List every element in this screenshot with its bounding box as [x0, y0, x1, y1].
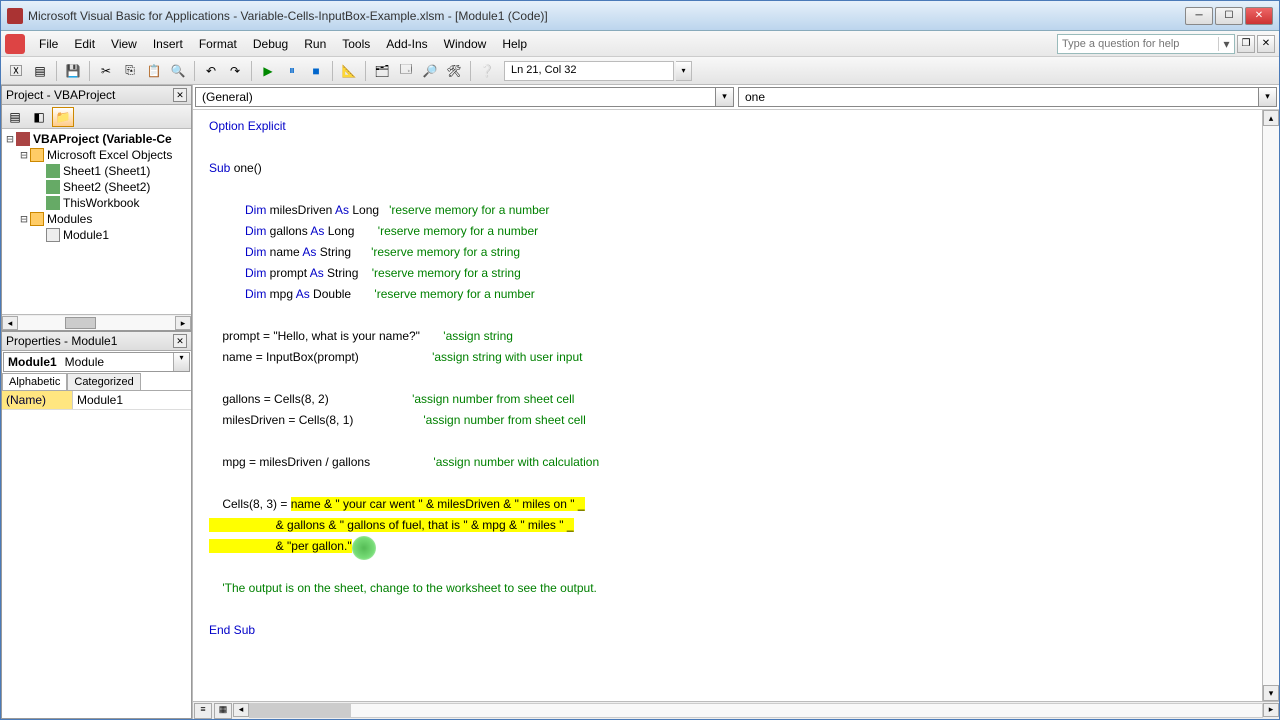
toolbox-icon[interactable]: 🛠 [443, 60, 465, 82]
project-tree[interactable]: ⊟VBAProject (Variable-Ce ⊟Microsoft Exce… [2, 129, 191, 314]
break-icon[interactable]: ⏸ [281, 60, 303, 82]
properties-icon[interactable]: 🗔 [395, 60, 417, 82]
help-search[interactable]: ▾ [1057, 34, 1235, 54]
code-editor[interactable]: Option Explicit Sub one() Dim milesDrive… [193, 110, 1262, 701]
procedure-view-icon[interactable]: ≡ [194, 703, 212, 719]
menu-file[interactable]: File [31, 34, 66, 54]
menu-edit[interactable]: Edit [66, 34, 103, 54]
menu-window[interactable]: Window [436, 34, 495, 54]
view-code-icon[interactable]: ▤ [4, 107, 26, 127]
property-row[interactable]: (Name) Module1 [2, 391, 191, 410]
position-dropdown-icon[interactable]: ▾ [676, 61, 692, 81]
maximize-button[interactable]: ☐ [1215, 7, 1243, 25]
tab-categorized[interactable]: Categorized [67, 373, 140, 390]
properties-panel-close-icon[interactable]: ✕ [173, 334, 187, 348]
run-icon[interactable]: ▶ [257, 60, 279, 82]
project-panel-close-icon[interactable]: ✕ [173, 88, 187, 102]
app-icon [7, 8, 23, 24]
paste-icon[interactable]: 📋 [143, 60, 165, 82]
vba-logo-icon [5, 34, 25, 54]
toggle-folders-icon[interactable]: 📁 [52, 107, 74, 127]
project-explorer-icon[interactable]: 🗂 [371, 60, 393, 82]
view-object-icon[interactable]: ◧ [28, 107, 50, 127]
undo-icon[interactable]: ↶ [200, 60, 222, 82]
window-title: Microsoft Visual Basic for Applications … [28, 9, 1185, 23]
tab-alphabetic[interactable]: Alphabetic [2, 373, 67, 390]
object-dropdown[interactable]: (General)▾ [195, 87, 734, 107]
reset-icon[interactable]: ■ [305, 60, 327, 82]
properties-panel-header: Properties - Module1 ✕ [2, 332, 191, 351]
menu-tools[interactable]: Tools [334, 34, 378, 54]
design-mode-icon[interactable]: 📐 [338, 60, 360, 82]
minimize-button[interactable]: ─ [1185, 7, 1213, 25]
menu-view[interactable]: View [103, 34, 145, 54]
toolbar: 🅇 ▤ 💾 ✂ ⎘ 📋 🔍 ↶ ↷ ▶ ⏸ ■ 📐 🗂 🗔 🔎 🛠 ❔ Ln 2… [1, 57, 1279, 85]
full-module-view-icon[interactable]: ▦ [214, 703, 232, 719]
properties-object-select[interactable]: Module1 Module ▾ [3, 352, 190, 372]
menu-addins[interactable]: Add-Ins [378, 34, 435, 54]
menu-help[interactable]: Help [494, 34, 535, 54]
menu-bar: File Edit View Insert Format Debug Run T… [1, 31, 1279, 57]
help-dropdown-icon[interactable]: ▾ [1218, 37, 1234, 51]
menu-insert[interactable]: Insert [145, 34, 191, 54]
view-excel-icon[interactable]: 🅇 [5, 60, 27, 82]
procedure-dropdown[interactable]: one▾ [738, 87, 1277, 107]
code-hscroll[interactable]: ◂ ▸ [233, 702, 1279, 719]
close-button[interactable]: ✕ [1245, 7, 1273, 25]
restore-child-button[interactable]: ❐ [1237, 35, 1255, 53]
menu-format[interactable]: Format [191, 34, 245, 54]
insert-module-icon[interactable]: ▤ [29, 60, 51, 82]
copy-icon[interactable]: ⎘ [119, 60, 141, 82]
object-browser-icon[interactable]: 🔎 [419, 60, 441, 82]
code-vscroll[interactable]: ▴▾ [1262, 110, 1279, 701]
menu-debug[interactable]: Debug [245, 34, 296, 54]
cursor-position: Ln 21, Col 32 [504, 61, 674, 81]
close-child-button[interactable]: ✕ [1257, 35, 1275, 53]
save-icon[interactable]: 💾 [62, 60, 84, 82]
text-cursor-icon [352, 536, 376, 560]
project-hscroll[interactable]: ◂▸ [2, 314, 191, 330]
title-bar: Microsoft Visual Basic for Applications … [1, 1, 1279, 31]
help-input[interactable] [1058, 38, 1218, 50]
redo-icon[interactable]: ↷ [224, 60, 246, 82]
menu-run[interactable]: Run [296, 34, 334, 54]
help-icon[interactable]: ❔ [476, 60, 498, 82]
project-panel-header: Project - VBAProject ✕ [2, 86, 191, 105]
cut-icon[interactable]: ✂ [95, 60, 117, 82]
find-icon[interactable]: 🔍 [167, 60, 189, 82]
